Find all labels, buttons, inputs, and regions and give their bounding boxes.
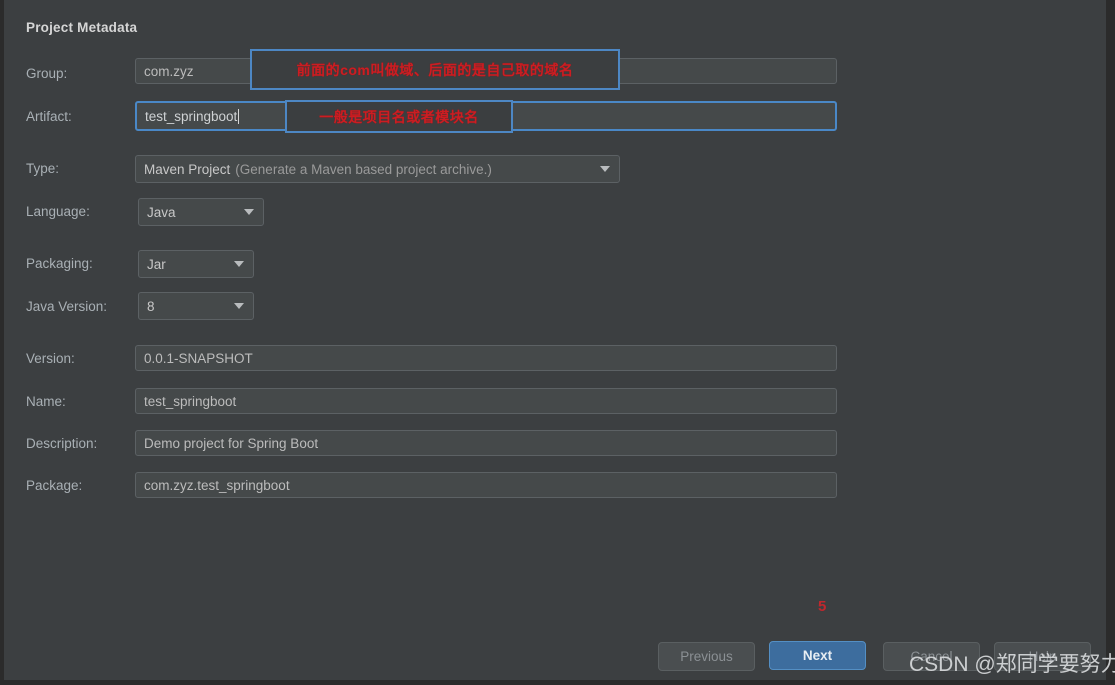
language-dropdown-value: Java bbox=[147, 204, 176, 220]
version-label: Version: bbox=[26, 351, 75, 366]
type-dropdown[interactable]: Maven Project (Generate a Maven based pr… bbox=[135, 155, 620, 183]
java-version-dropdown-value: 8 bbox=[147, 298, 155, 314]
package-label: Package: bbox=[26, 478, 83, 493]
window-edge-bottom bbox=[0, 680, 1115, 685]
window-edge-right bbox=[1106, 0, 1115, 685]
chevron-down-icon[interactable] bbox=[600, 166, 610, 172]
group-annotation-callout: 前面的com叫做域、后面的是自己取的域名 bbox=[250, 49, 620, 90]
description-input-value: Demo project for Spring Boot bbox=[144, 435, 319, 451]
package-input-value: com.zyz.test_springboot bbox=[144, 477, 290, 493]
csdn-watermark: CSDN @郑同学要努力 bbox=[909, 653, 1115, 676]
packaging-label: Packaging: bbox=[26, 256, 93, 271]
language-label: Language: bbox=[26, 204, 90, 219]
artifact-input-value: test_springboot bbox=[145, 108, 238, 124]
next-button[interactable]: Next bbox=[769, 641, 866, 670]
chevron-down-icon[interactable] bbox=[234, 303, 244, 309]
description-input[interactable]: Demo project for Spring Boot bbox=[135, 430, 837, 456]
text-caret bbox=[238, 108, 240, 124]
page-title: Project Metadata bbox=[26, 20, 138, 35]
type-dropdown-hint: (Generate a Maven based project archive.… bbox=[235, 161, 492, 177]
artifact-annotation-callout: 一般是项目名或者模块名 bbox=[285, 100, 513, 133]
java-version-dropdown[interactable]: 8 bbox=[138, 292, 254, 320]
chevron-down-icon[interactable] bbox=[234, 261, 244, 267]
name-input[interactable]: test_springboot bbox=[135, 388, 837, 414]
description-label: Description: bbox=[26, 436, 98, 451]
step-marker-5: 5 bbox=[818, 598, 827, 615]
name-label: Name: bbox=[26, 394, 66, 409]
previous-button[interactable]: Previous bbox=[658, 642, 755, 671]
java-version-label: Java Version: bbox=[26, 299, 108, 314]
dialog-body: Project Metadata Group: com.zyz Artifact… bbox=[4, 0, 1115, 680]
next-button-label: Next bbox=[802, 648, 833, 663]
group-input-value: com.zyz bbox=[144, 63, 194, 79]
group-annotation-text: 前面的com叫做域、后面的是自己取的域名 bbox=[252, 51, 618, 88]
artifact-annotation-text: 一般是项目名或者模块名 bbox=[287, 102, 511, 131]
previous-button-label: Previous bbox=[680, 649, 733, 664]
package-input[interactable]: com.zyz.test_springboot bbox=[135, 472, 837, 498]
artifact-label: Artifact: bbox=[26, 109, 72, 124]
version-input[interactable]: 0.0.1-SNAPSHOT bbox=[135, 345, 837, 371]
name-input-value: test_springboot bbox=[144, 393, 237, 409]
type-label: Type: bbox=[26, 161, 60, 176]
version-input-value: 0.0.1-SNAPSHOT bbox=[144, 350, 253, 366]
group-label: Group: bbox=[26, 66, 68, 81]
language-dropdown[interactable]: Java bbox=[138, 198, 264, 226]
packaging-dropdown[interactable]: Jar bbox=[138, 250, 254, 278]
spring-initializr-dialog: Project Metadata Group: com.zyz Artifact… bbox=[0, 0, 1115, 685]
chevron-down-icon[interactable] bbox=[244, 209, 254, 215]
type-dropdown-value: Maven Project bbox=[144, 161, 231, 177]
packaging-dropdown-value: Jar bbox=[147, 256, 166, 272]
